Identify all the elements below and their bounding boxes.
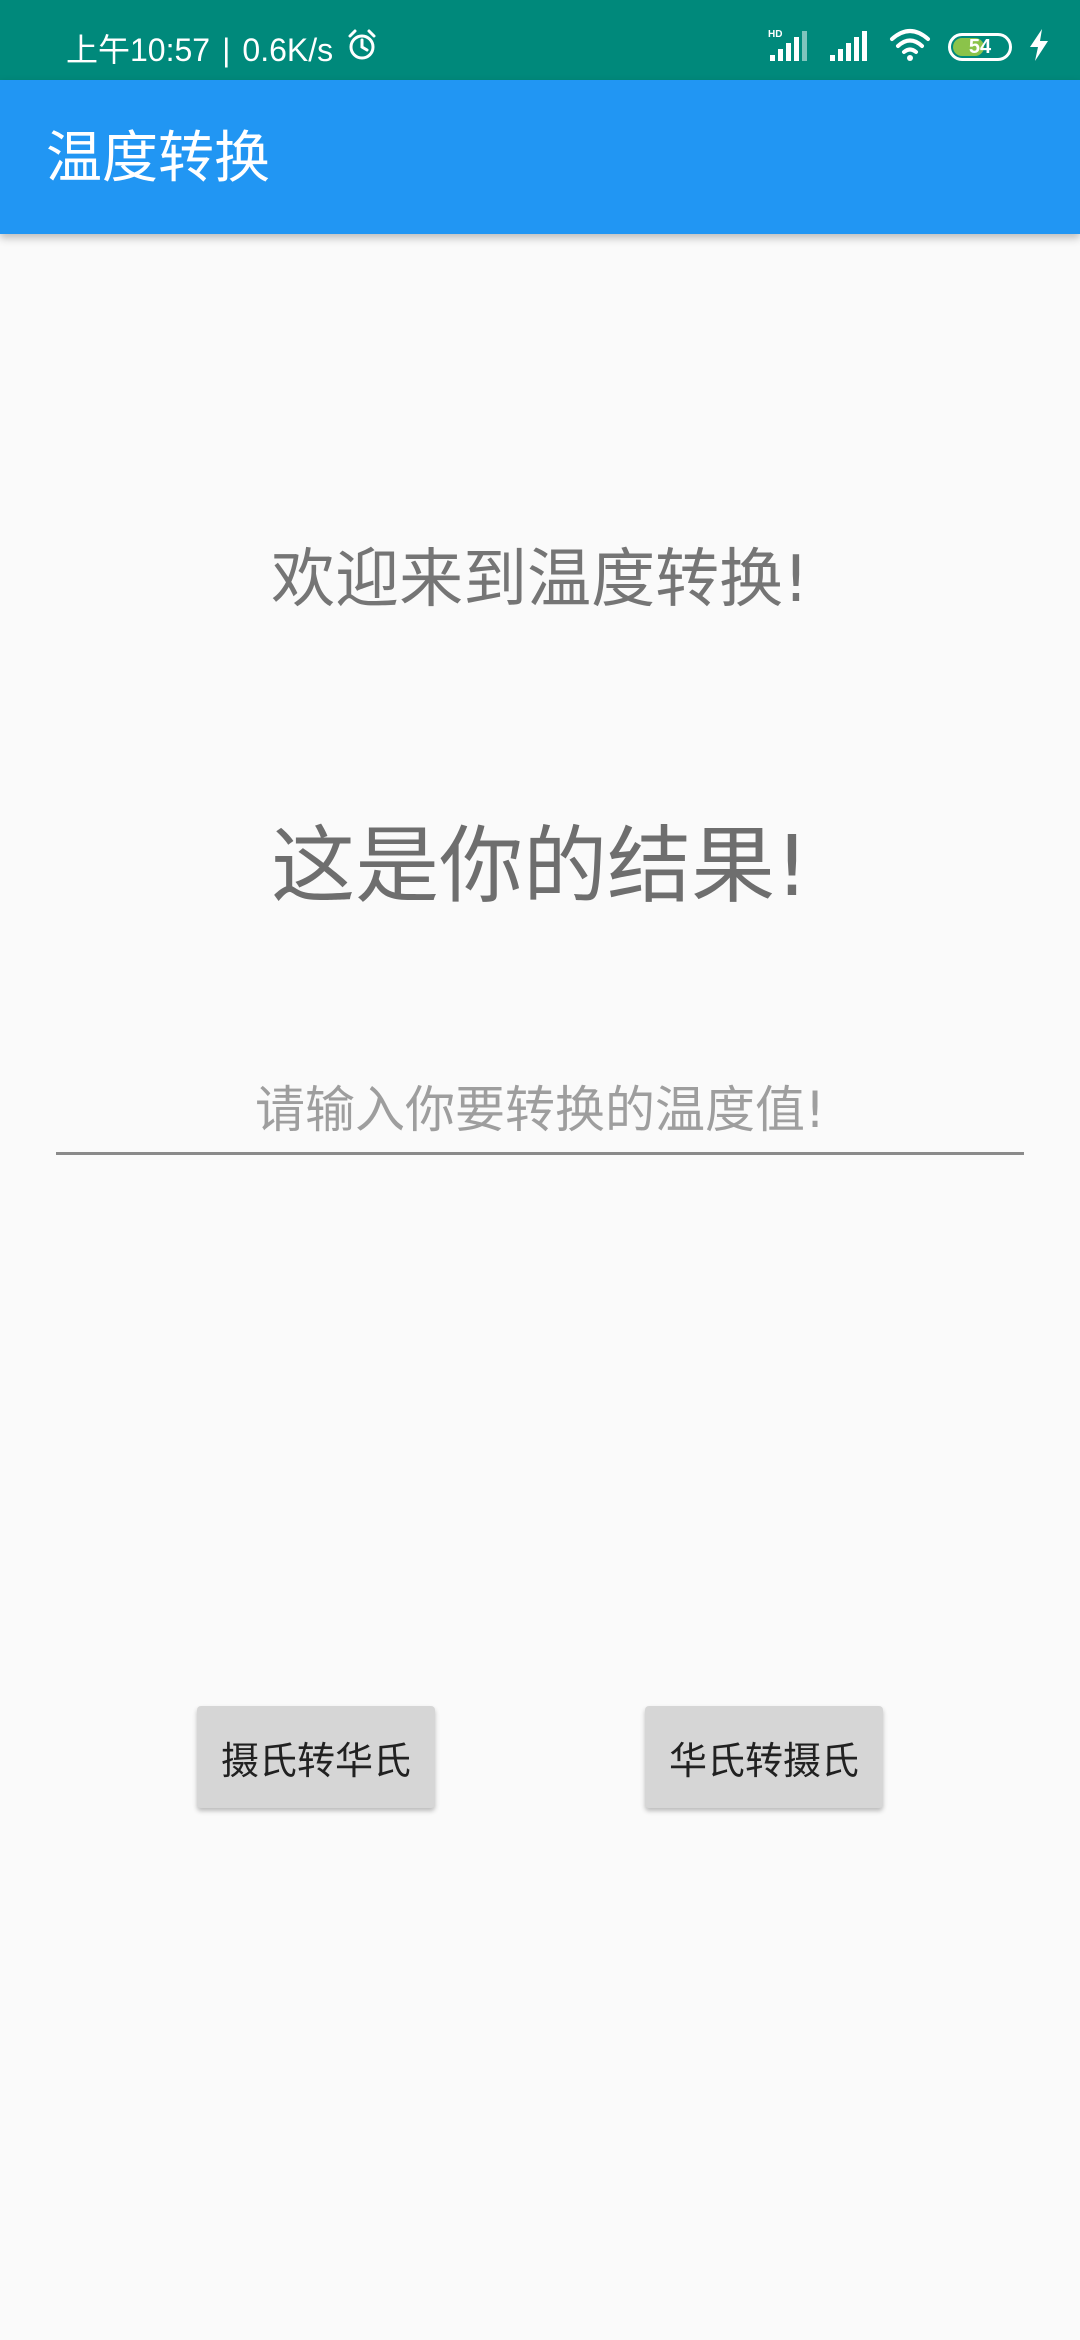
signal-icon bbox=[828, 27, 872, 67]
battery-icon: 54 bbox=[948, 33, 1012, 61]
temperature-input-field bbox=[56, 1070, 1024, 1155]
fahrenheit-to-celsius-button[interactable]: 华氏转摄氏 bbox=[645, 1706, 883, 1808]
status-time: 上午10:57 bbox=[66, 31, 211, 68]
network-speed: 0.6K/s bbox=[242, 31, 334, 68]
status-bar: 上午10:57 | 0.6K/s HD 54 bbox=[0, 0, 1080, 80]
status-left: 上午10:57 | 0.6K/s bbox=[66, 28, 379, 71]
svg-text:HD: HD bbox=[768, 29, 782, 40]
app-bar: 温度转换 bbox=[0, 80, 1080, 234]
alarm-icon bbox=[345, 28, 379, 71]
celsius-to-fahrenheit-button[interactable]: 摄氏转华氏 bbox=[197, 1706, 435, 1808]
result-text: 这是你的结果! bbox=[271, 817, 809, 915]
app-title: 温度转换 bbox=[46, 126, 270, 191]
wifi-icon bbox=[888, 27, 932, 67]
welcome-text: 欢迎来到温度转换! bbox=[271, 543, 809, 617]
battery-level: 54 bbox=[968, 35, 992, 58]
status-right: HD 54 bbox=[768, 22, 1050, 72]
charging-icon bbox=[1028, 29, 1050, 65]
status-separator: | bbox=[222, 31, 231, 68]
temperature-input[interactable] bbox=[56, 1070, 1024, 1150]
signal-hd-icon: HD bbox=[768, 27, 812, 67]
